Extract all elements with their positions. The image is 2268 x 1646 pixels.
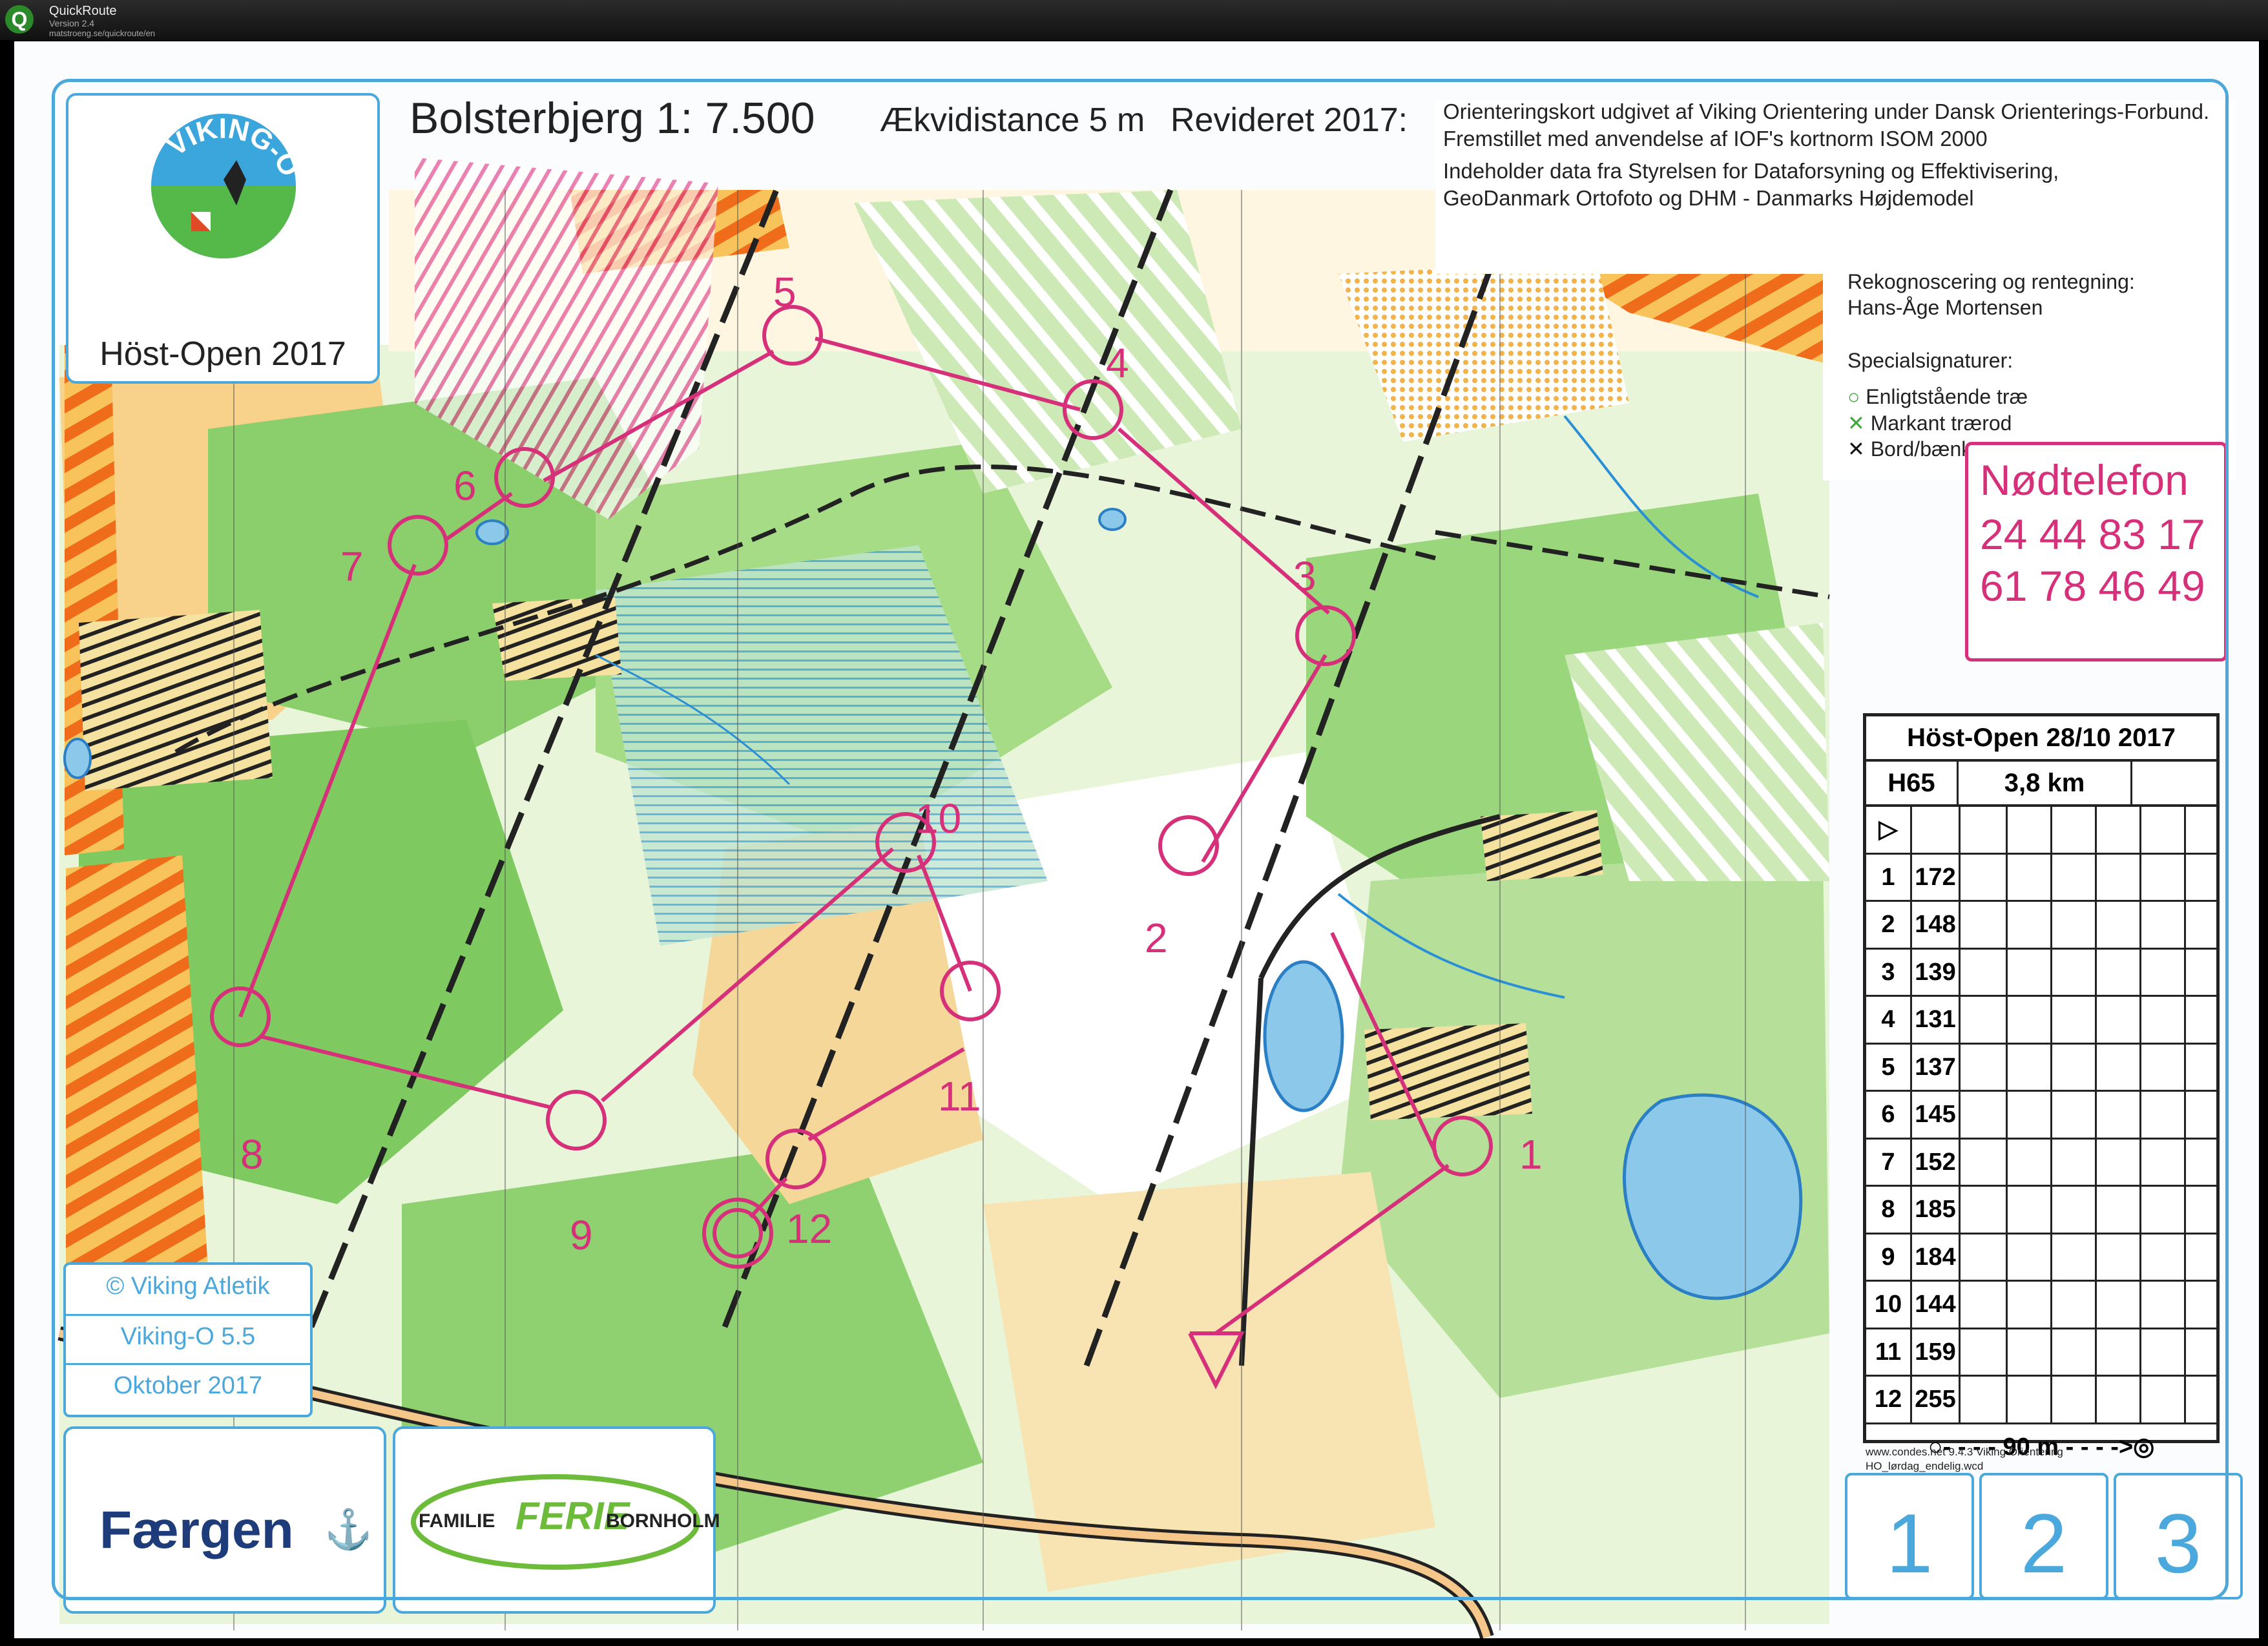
quickroute-app-icon: Q [5,5,34,34]
app-name: QuickRoute [49,4,117,18]
app-version: Version 2.4 [49,18,95,28]
window-titlebar: Q QuickRoute Version 2.4 matstroeng.se/q… [0,0,2268,40]
map-frame [52,79,2229,1600]
map-paper: 1 2 3 4 5 6 7 8 9 10 11 12 Bolsterbjerg … [14,41,2259,1638]
app-url: matstroeng.se/quickroute/en [49,28,156,38]
